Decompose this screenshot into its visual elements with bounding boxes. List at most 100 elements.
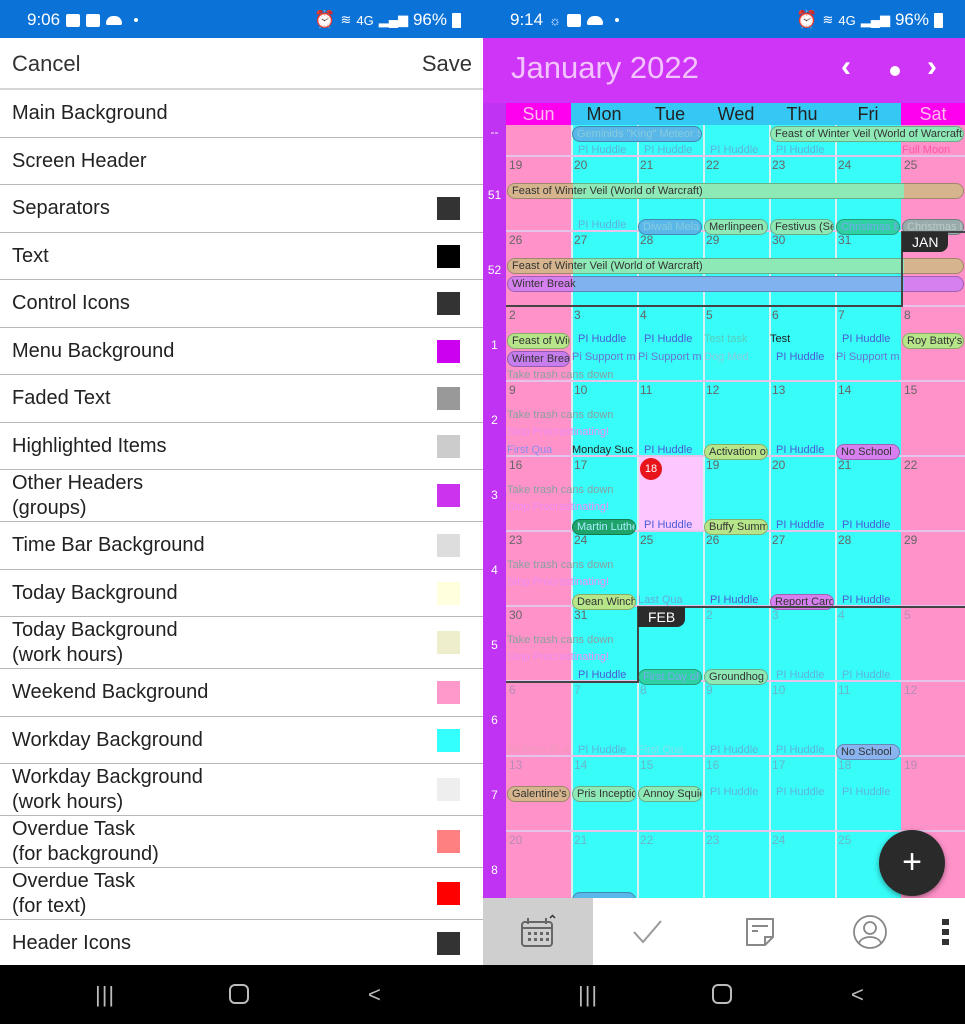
calendar-event[interactable]: PI Huddle (704, 594, 768, 606)
color-setting-row[interactable]: Other Headers (groups) (0, 470, 483, 522)
calendar-event[interactable]: PI Huddle (638, 444, 702, 456)
day-number[interactable]: 4 (640, 308, 647, 322)
color-swatch[interactable] (437, 681, 460, 704)
day-number[interactable]: 16 (509, 458, 522, 472)
home-icon[interactable] (229, 984, 249, 1004)
color-setting-row[interactable]: Faded Text (0, 375, 483, 423)
color-swatch[interactable] (437, 778, 460, 801)
day-number[interactable]: 15 (904, 383, 917, 397)
day-number[interactable]: 25 (904, 158, 917, 172)
day-number[interactable]: 14 (838, 383, 851, 397)
day-number[interactable]: 24 (574, 533, 587, 547)
calendar-event[interactable]: PI Huddle (770, 444, 834, 456)
day-number[interactable]: 30 (509, 608, 522, 622)
calendar-event[interactable]: Feast of Win (507, 333, 570, 349)
color-setting-row[interactable]: Control Icons (0, 280, 483, 328)
day-number[interactable]: 21 (640, 158, 653, 172)
day-number[interactable]: 28 (640, 233, 653, 247)
day-number[interactable]: 8 (904, 308, 911, 322)
day-number[interactable]: 6 (772, 308, 779, 322)
recent-apps-icon[interactable]: ||| (578, 982, 598, 1008)
previous-month-button[interactable]: ‹ (841, 50, 851, 84)
day-number[interactable]: 2 (509, 308, 516, 322)
calendar-event[interactable]: PI Huddle (770, 786, 834, 798)
day-number[interactable]: 21 (838, 458, 851, 472)
back-icon[interactable]: < (851, 982, 864, 1008)
day-number[interactable]: 2 (706, 608, 713, 622)
day-number[interactable]: 20 (574, 158, 587, 172)
day-number[interactable]: 3 (772, 608, 779, 622)
day-number[interactable]: 14 (574, 758, 587, 772)
calendar-event[interactable]: PI Huddle (638, 519, 702, 531)
day-number[interactable]: 23 (772, 158, 785, 172)
home-icon[interactable] (712, 984, 732, 1004)
tasks-tab[interactable] (613, 898, 683, 965)
calendar-tab[interactable] (483, 898, 593, 965)
day-number[interactable]: 10 (772, 683, 785, 697)
color-swatch[interactable] (437, 434, 460, 458)
day-number[interactable]: 6 (509, 683, 516, 697)
calendar-event[interactable]: Galentine's D (507, 786, 570, 802)
calendar-event[interactable]: PI Huddle (770, 744, 834, 756)
color-setting-row[interactable]: Today Background (0, 569, 483, 617)
calendar-event[interactable]: PI Huddle (572, 144, 636, 156)
add-event-button[interactable]: + (879, 830, 945, 896)
day-number[interactable]: 31 (838, 233, 851, 247)
calendar-event[interactable]: All-Pros @ A (507, 744, 570, 756)
color-setting-row[interactable]: Menu Background (0, 327, 483, 375)
calendar-event[interactable]: Feast of Winter Veil (World of Warcraft) (770, 126, 964, 142)
day-number[interactable]: 23 (509, 533, 522, 547)
color-swatch[interactable] (437, 534, 460, 557)
calendar-event[interactable]: PI Huddle (704, 144, 768, 156)
day-number[interactable]: 27 (772, 533, 785, 547)
color-swatch[interactable] (437, 932, 460, 955)
calendar-event[interactable]: Buffy Summ (704, 519, 768, 535)
day-number[interactable]: 29 (706, 233, 719, 247)
calendar-event[interactable]: First Qua (507, 444, 570, 456)
day-number[interactable]: 26 (706, 533, 719, 547)
calendar-event[interactable]: Pi Support m (572, 351, 636, 363)
color-swatch[interactable] (437, 882, 460, 905)
calendar-event[interactable]: Monday Suc (572, 444, 636, 456)
day-number[interactable]: 24 (772, 833, 785, 847)
color-swatch[interactable] (437, 292, 460, 315)
calendar-event[interactable]: Festivus (Se (770, 219, 834, 235)
calendar-event[interactable]: PI Huddle (572, 669, 636, 681)
calendar-event[interactable]: Winter Break (507, 276, 964, 292)
calendar-event[interactable]: Dog Med (704, 351, 768, 363)
calendar-event[interactable]: Full Moon (902, 144, 964, 156)
calendar-event[interactable]: PI Huddle (704, 786, 768, 798)
day-number[interactable]: 11 (838, 683, 850, 697)
day-number[interactable]: 22 (904, 458, 917, 472)
day-number[interactable]: 22 (640, 833, 653, 847)
calendar-event[interactable]: PI Huddle (770, 351, 834, 363)
calendar-event[interactable]: Merlinpeen ( (704, 219, 768, 235)
day-number[interactable]: 11 (640, 383, 652, 397)
color-setting-row[interactable]: Screen Header (0, 137, 483, 185)
calendar-event[interactable]: Take trash cans down (507, 369, 636, 381)
calendar-event[interactable]: Martin Luthe (572, 519, 636, 535)
day-number[interactable]: 30 (772, 233, 785, 247)
calendar-event[interactable]: PI Huddle (770, 144, 834, 156)
day-number[interactable]: 19 (904, 758, 917, 772)
color-setting-row[interactable]: Overdue Task (for background) (0, 816, 483, 868)
color-swatch[interactable] (437, 581, 460, 605)
calendar-event[interactable]: Christmas E (836, 219, 900, 235)
back-icon[interactable]: < (368, 982, 381, 1008)
calendar-event[interactable]: Dean Winche (572, 594, 636, 610)
calendar-event[interactable]: Stop Procrastinating! (507, 501, 636, 513)
color-swatch[interactable] (437, 728, 460, 752)
day-number[interactable]: 24 (838, 158, 851, 172)
calendar-event[interactable]: Pris Inceptio (572, 786, 636, 802)
day-number[interactable]: 5 (904, 608, 911, 622)
today-badge[interactable]: 18 (640, 458, 662, 480)
day-number[interactable]: 3 (574, 308, 581, 322)
day-number[interactable]: 22 (706, 158, 719, 172)
day-number[interactable]: 21 (574, 833, 587, 847)
color-swatch[interactable] (437, 244, 460, 268)
day-number[interactable]: 7 (838, 308, 845, 322)
month-grid[interactable]: 19 20 21 22 23 24 25 26 27 28 29 30 31 2 3 4 5 6 7 8 9 10 11 12… (506, 125, 965, 898)
day-number[interactable]: 19 (706, 458, 719, 472)
calendar-event[interactable]: Take trash cans down (507, 409, 636, 421)
color-setting-row[interactable]: Weekend Background (0, 669, 483, 717)
